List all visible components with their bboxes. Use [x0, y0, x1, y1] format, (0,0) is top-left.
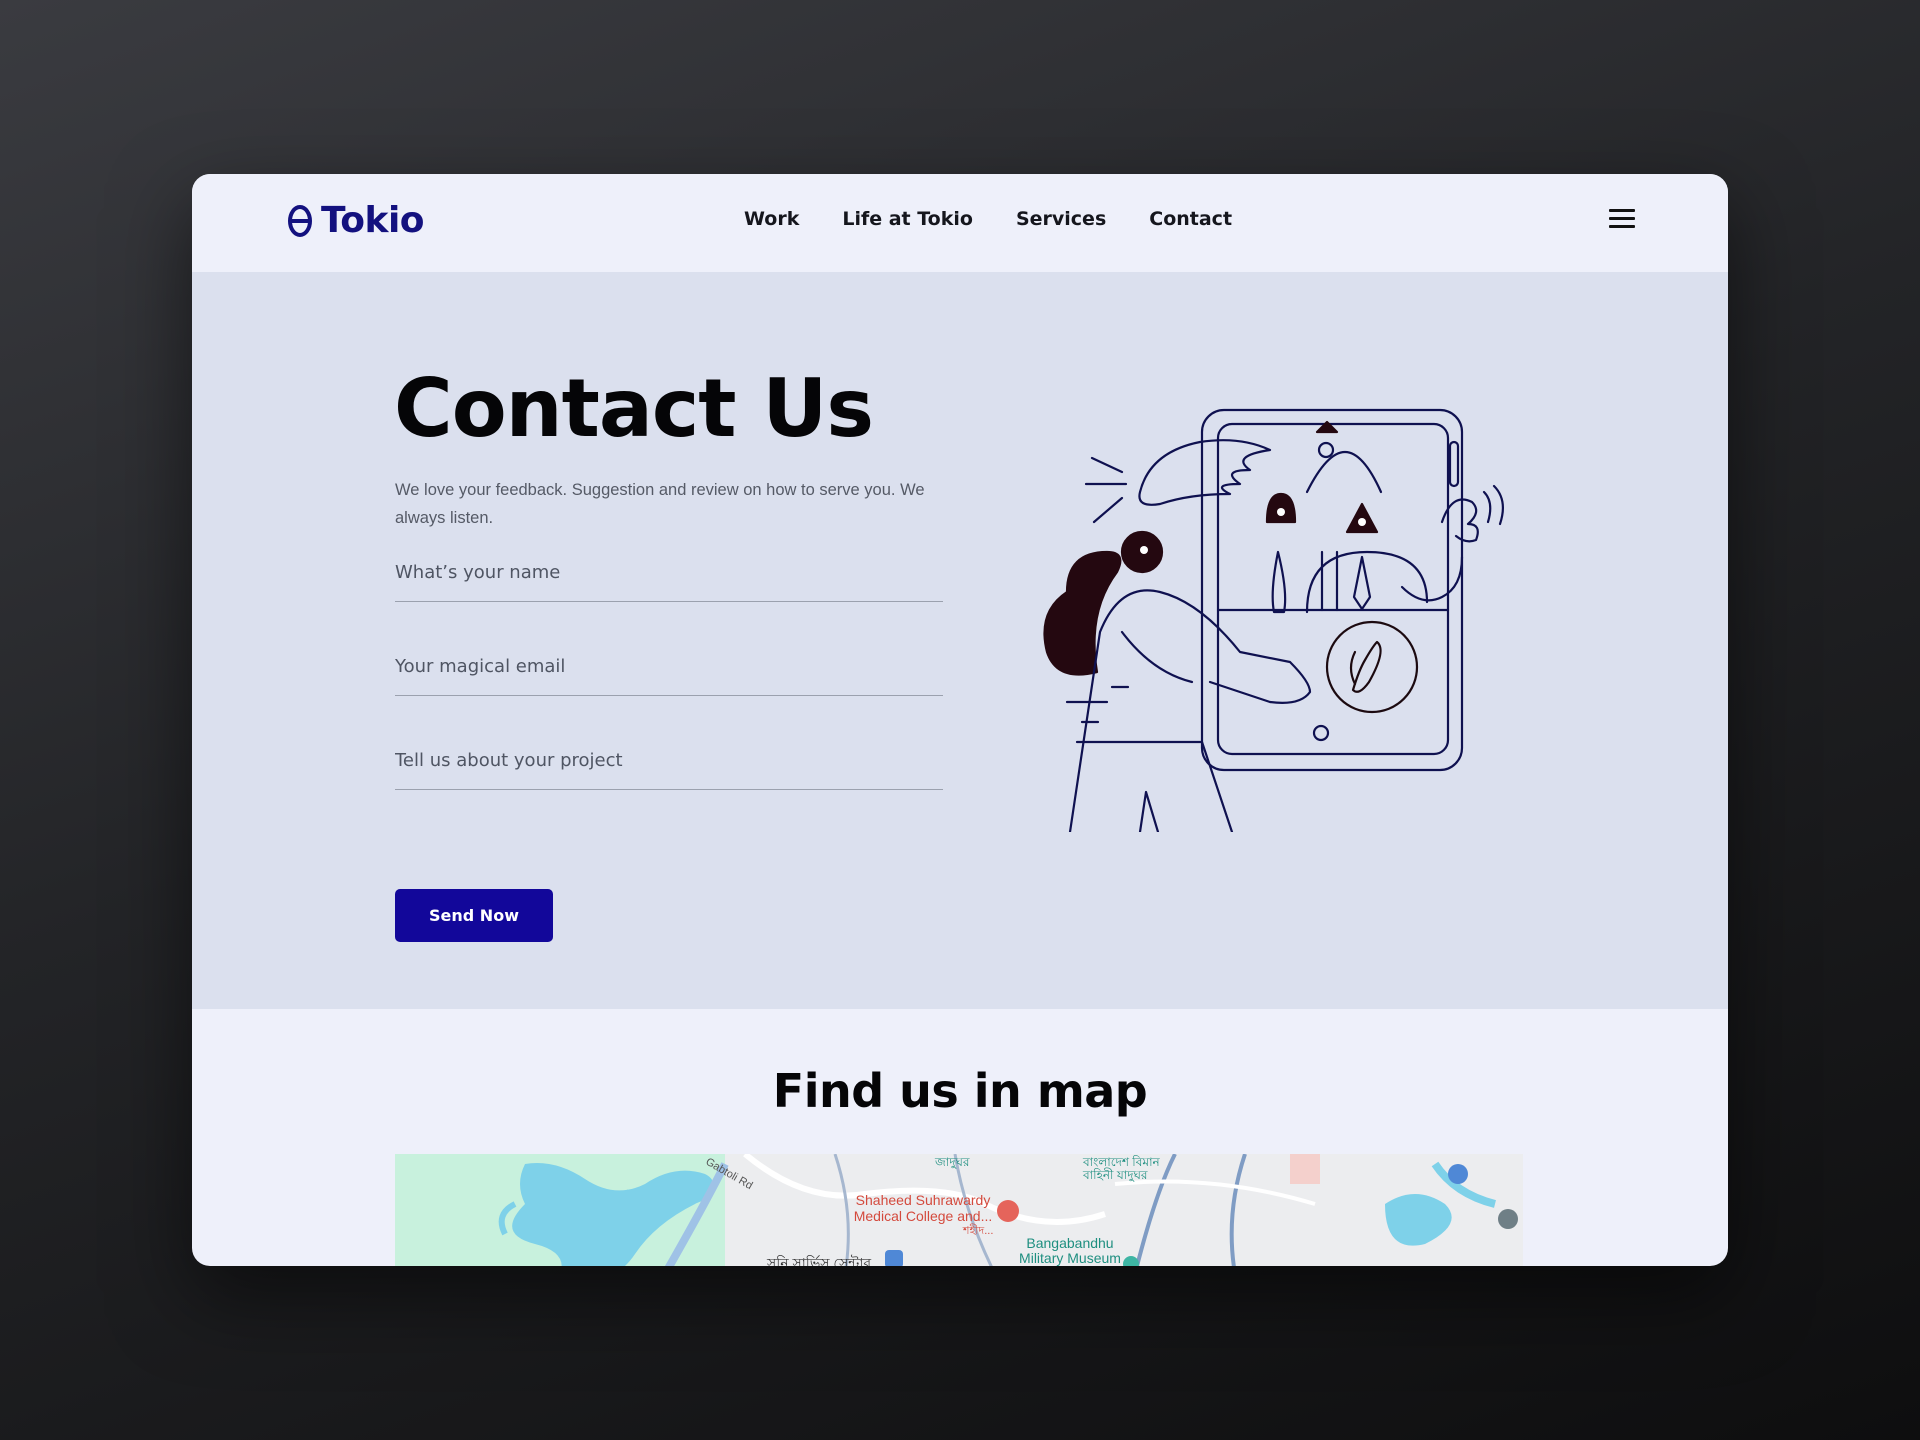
browser-window: Tokio Work Life at Tokio Services Contac… — [192, 174, 1728, 1266]
nav-item-life-at-tokio[interactable]: Life at Tokio — [842, 208, 973, 230]
nav-item-contact[interactable]: Contact — [1149, 208, 1232, 230]
project-field-wrapper — [395, 731, 943, 790]
brand-logo[interactable]: Tokio — [287, 200, 425, 241]
map-label-museum: Bangabandhu Military Museum — [1019, 1235, 1121, 1266]
map-label-top-bn: জাদুঘর — [935, 1155, 970, 1169]
name-field-wrapper — [395, 543, 943, 602]
email-input[interactable] — [395, 637, 943, 695]
hamburger-menu-icon[interactable] — [1609, 209, 1637, 233]
contact-hero: Contact Us We love your feedback. Sugges… — [192, 272, 1728, 1009]
name-input[interactable] — [395, 543, 943, 601]
email-field-wrapper — [395, 637, 943, 696]
page-title: Contact Us — [394, 362, 874, 455]
map-label-museum-bn: বাংলাদেশ বিমান বাহিনী যাদুঘর — [1083, 1155, 1160, 1182]
page-lead: We love your feedback. Suggestion and re… — [395, 481, 925, 527]
embedded-map[interactable]: Shaheed Suhrawardy Medical College and..… — [395, 1154, 1523, 1266]
logo-icon — [288, 204, 312, 237]
send-now-button[interactable]: Send Now — [395, 889, 553, 942]
map-label-hospital-bn: শহীদ... — [963, 1225, 994, 1237]
nav-item-services[interactable]: Services — [1016, 208, 1106, 230]
brand-name: Tokio — [321, 200, 425, 241]
map-label-hospital: Shaheed Suhrawardy Medical College and..… — [853, 1192, 993, 1224]
map-label-service-center: সনি সার্ভিস সেন্টার — [767, 1255, 872, 1266]
project-input[interactable] — [395, 731, 943, 789]
site-header: Tokio Work Life at Tokio Services Contac… — [192, 174, 1728, 272]
map-section-title: Find us in map — [772, 1064, 1148, 1118]
contact-illustration — [1043, 408, 1505, 832]
main-nav: Work Life at Tokio Services Contact — [744, 208, 1232, 230]
nav-item-work[interactable]: Work — [744, 208, 799, 230]
